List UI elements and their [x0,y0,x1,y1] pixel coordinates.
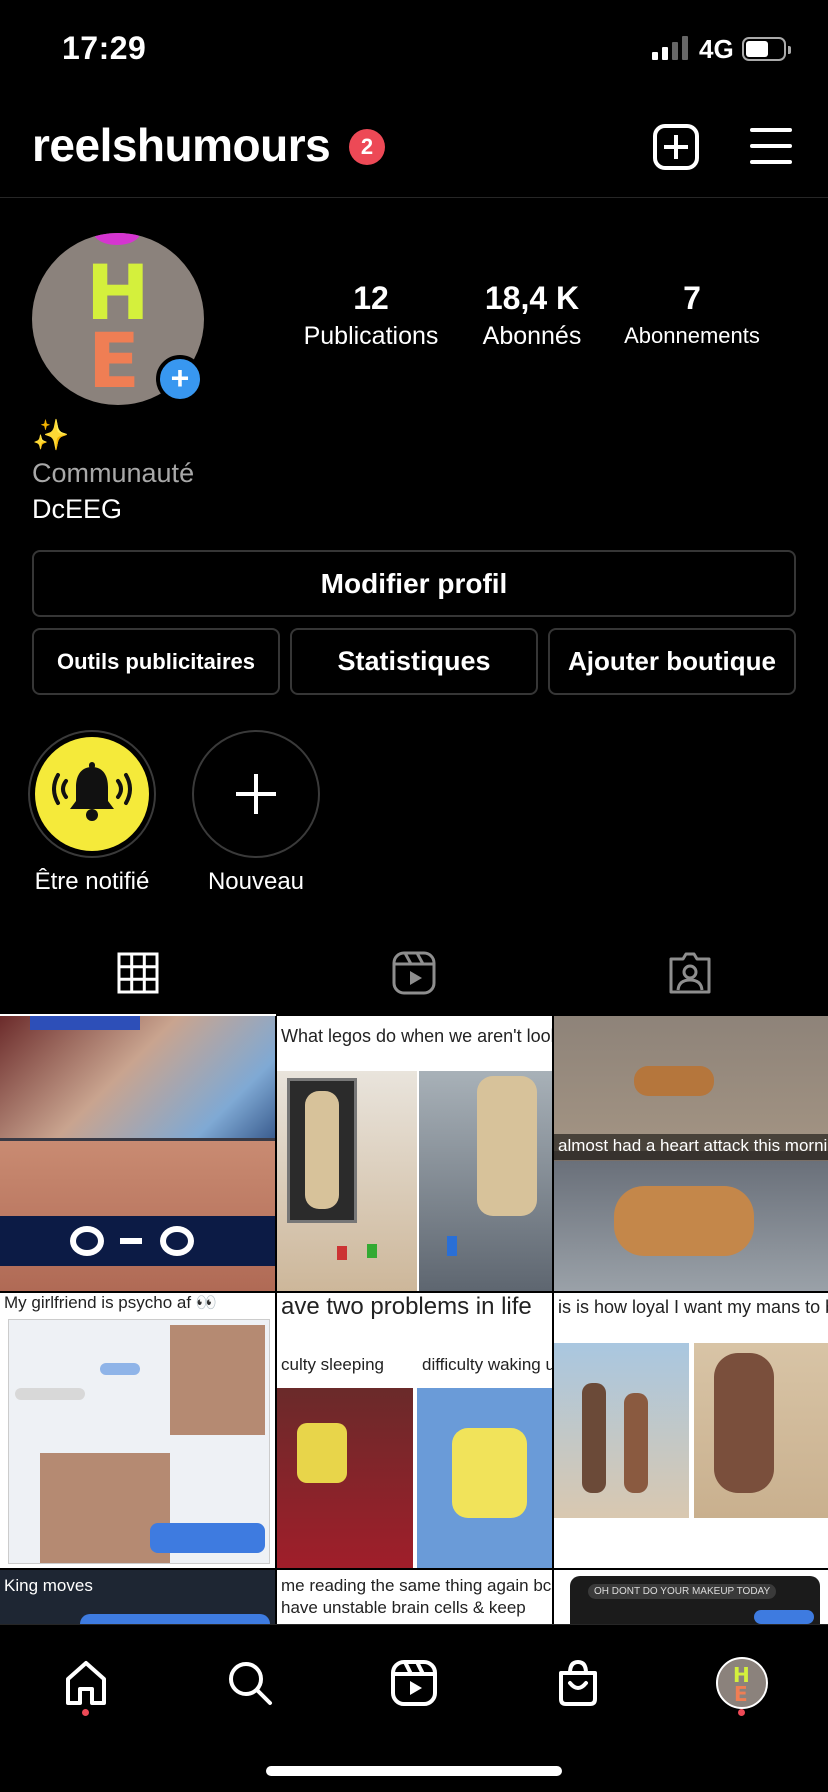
stat-following[interactable]: 7 Abonnements [614,278,770,354]
post-caption-line2: have unstable brain cells & keep [281,1598,526,1617]
profile-bio: DcEEG [32,494,123,524]
ad-tools-button[interactable]: Outils publicitaires [32,628,280,695]
post-thumbnail[interactable]: What legos do when we aren't lookin [277,1016,552,1291]
reels-icon [391,1660,437,1706]
post-thumbnail[interactable]: My girlfriend is psycho af 👀 [0,1293,275,1568]
stat-value: 7 [683,280,701,316]
highlight-label: Nouveau [207,868,305,895]
profile-header: reelshumours 2 [0,110,828,198]
search-icon [229,1662,272,1705]
post-thumbnail[interactable]: almost had a heart attack this morning [554,1016,828,1291]
highlight-new[interactable]: Nouveau [191,730,321,896]
home-indicator[interactable] [266,1766,562,1776]
post-caption: King moves [4,1576,93,1595]
post-caption: me reading the same thing again bcs i [281,1576,552,1595]
tab-reels[interactable] [276,930,552,1016]
plus-icon [236,774,276,814]
status-bar: 17:29 4G [0,0,828,100]
nav-shop[interactable] [548,1653,608,1713]
profile-avatar: H E [716,1657,768,1709]
home-icon [66,1661,106,1705]
post-caption: OH DONT DO YOUR MAKEUP TODAY [588,1584,777,1599]
highlight-label: Être notifié [34,868,150,895]
grid-icon [117,952,159,994]
post-caption: My girlfriend is psycho af 👀 [4,1293,217,1312]
post-subcaption: difficulty waking u [422,1355,552,1374]
post-thumbnail[interactable]: me reading the same thing again bcs i ha… [277,1570,552,1624]
avatar-letter-e: E [88,316,140,405]
bell-ringing-icon [35,737,149,851]
battery-icon [742,37,791,61]
status-time: 17:29 [62,30,147,66]
add-post-icon[interactable] [653,124,699,170]
username-title[interactable]: reelshumours [32,118,331,172]
nav-search[interactable] [220,1653,280,1713]
network-type: 4G [699,34,734,64]
reels-icon [392,951,436,995]
stat-value: 12 [353,280,389,316]
highlight-notify[interactable]: Être notifié [27,730,157,896]
post-thumbnail[interactable]: OH DONT DO YOUR MAKEUP TODAY [554,1570,828,1624]
stat-followers[interactable]: 18,4 K Abonnés [466,278,598,354]
sparkle-emoji: ✨ [32,419,70,452]
nav-reels[interactable] [384,1653,444,1713]
stat-value: 18,4 K [484,280,580,316]
add-story-plus-icon[interactable]: + [156,355,204,403]
post-caption: ave two problems in life [281,1293,532,1320]
post-thumbnail[interactable]: is is how loyal I want my mans to be [554,1293,828,1568]
tagged-icon [669,952,711,994]
insights-button[interactable]: Statistiques [290,628,538,695]
add-shop-button[interactable]: Ajouter boutique [548,628,796,695]
profile-tabs [0,930,828,1016]
post-subcaption: culty sleeping [281,1355,385,1374]
edit-profile-button[interactable]: Modifier profil [32,550,796,617]
post-thumbnail[interactable]: ave two problems in life culty sleeping … [277,1293,552,1568]
stat-label: Abonnements [624,323,760,348]
stat-label: Publications [303,322,439,350]
nav-profile[interactable]: H E [712,1653,772,1713]
stat-label: Abonnés [482,322,582,350]
nav-home[interactable] [56,1653,116,1713]
menu-icon[interactable] [750,126,792,166]
tab-grid[interactable] [0,930,276,1016]
profile-category: Communauté [32,458,195,488]
post-grid: What legos do when we aren't lookin almo… [0,1016,828,1624]
post-thumbnail[interactable]: King moves [0,1570,275,1624]
tab-tagged[interactable] [552,930,828,1016]
post-caption: is is how loyal I want my mans to be [558,1297,828,1317]
notification-badge: 2 [349,129,385,165]
post-caption: What legos do when we aren't lookin [281,1026,552,1046]
post-thumbnail[interactable] [0,1016,275,1291]
stat-publications[interactable]: 12 Publications [296,278,446,354]
shop-icon [559,1659,597,1706]
signal-icon [652,36,688,60]
post-caption: almost had a heart attack this morning [558,1136,828,1155]
